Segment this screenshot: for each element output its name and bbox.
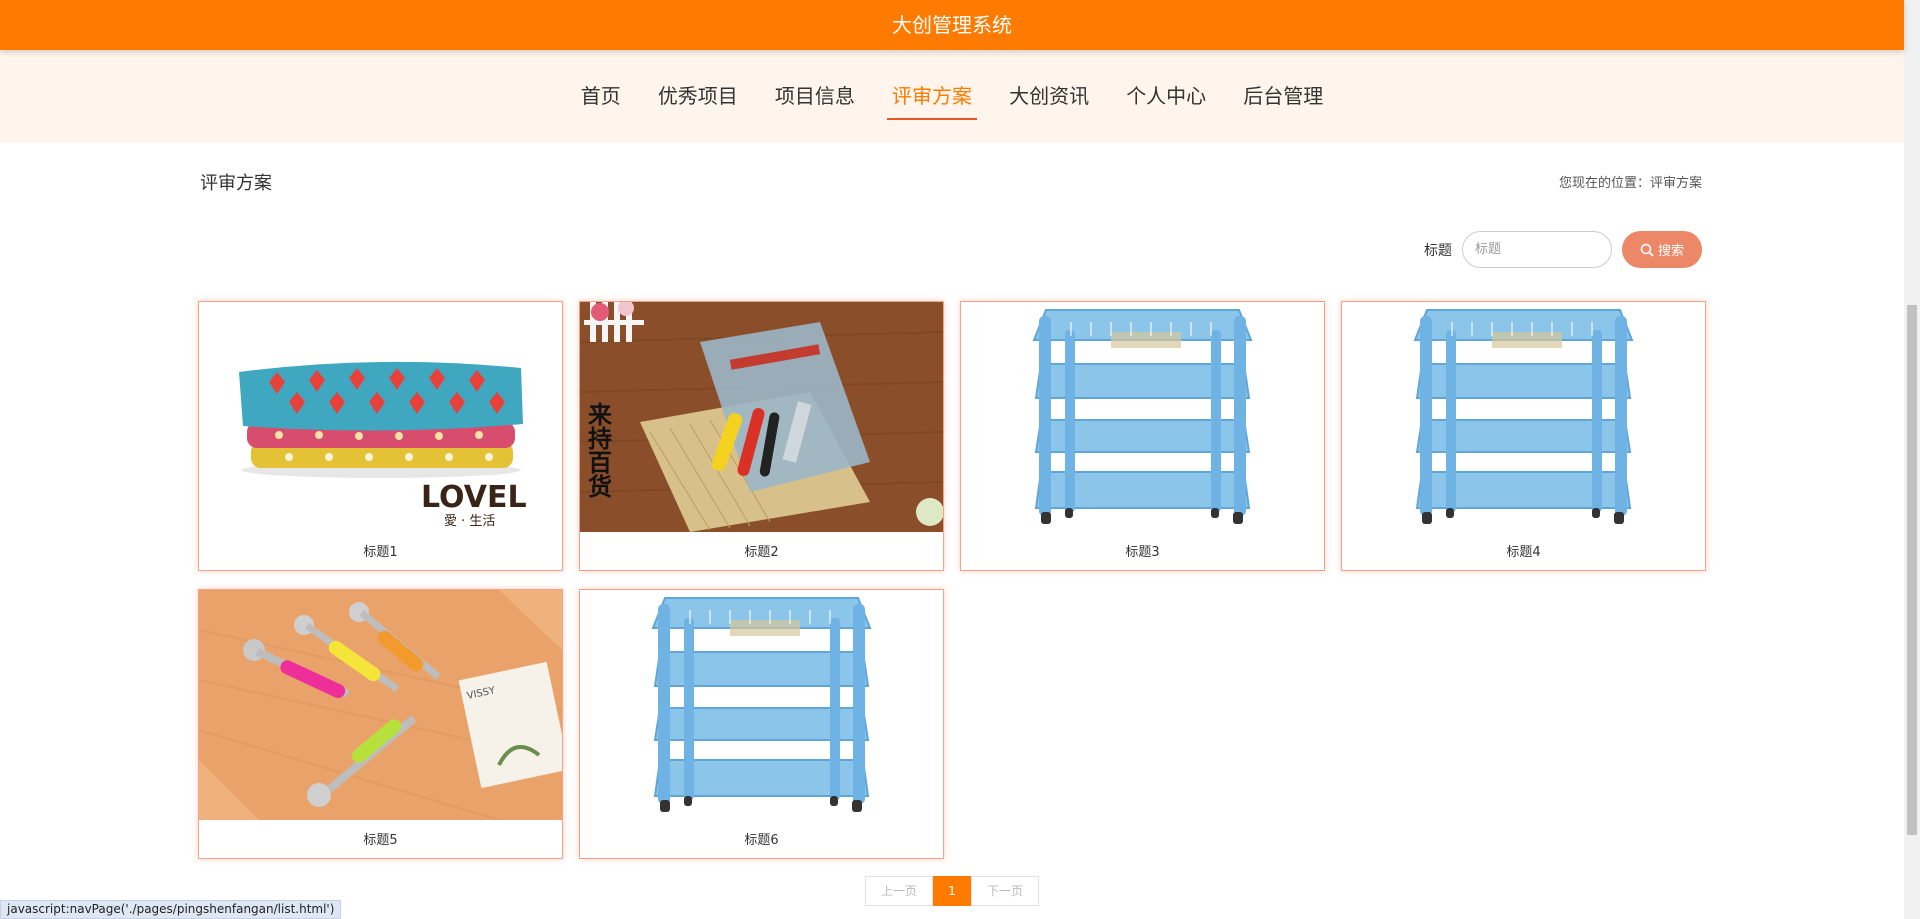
card-image-rack bbox=[1342, 302, 1705, 532]
app-header: 大创管理系统 bbox=[0, 0, 1904, 50]
card-title: 标题1 bbox=[363, 545, 398, 560]
nav-item-personal-center[interactable]: 个人中心 bbox=[1121, 50, 1211, 118]
list-item[interactable]: VISSY 标题5 bbox=[198, 589, 563, 859]
brand-logo-text: LOVEL bbox=[421, 480, 527, 515]
card-title: 标题6 bbox=[744, 833, 779, 848]
card-image-towels: LOVEL 愛 · 生活 bbox=[199, 302, 562, 532]
card-image-tools: 来持百货 bbox=[580, 302, 943, 532]
search-button[interactable]: 搜索 bbox=[1622, 231, 1702, 268]
list-item[interactable]: LOVEL 愛 · 生活 标题1 bbox=[198, 301, 563, 571]
page-title: 评审方案 bbox=[200, 173, 272, 194]
page-number-button[interactable]: 1 bbox=[933, 876, 971, 906]
store-side-text: 来持百货 bbox=[584, 401, 613, 499]
nav-item-news[interactable]: 大创资讯 bbox=[1004, 50, 1094, 118]
nav-item-project-info[interactable]: 项目信息 bbox=[770, 50, 860, 118]
search-button-label: 搜索 bbox=[1657, 244, 1684, 259]
next-page-button[interactable]: 下一页 bbox=[971, 876, 1039, 906]
card-title: 标题4 bbox=[1506, 545, 1541, 560]
search-input[interactable] bbox=[1462, 231, 1612, 268]
card-image-melon-tools: VISSY bbox=[199, 590, 562, 820]
list-item[interactable]: 标题3 bbox=[960, 301, 1325, 571]
list-item[interactable]: 来持百货 标题2 bbox=[579, 301, 944, 571]
app-title: 大创管理系统 bbox=[892, 13, 1012, 37]
card-title: 标题2 bbox=[744, 545, 779, 560]
nav-item-home[interactable]: 首页 bbox=[576, 50, 626, 118]
scrollbar-thumb[interactable] bbox=[1907, 305, 1917, 835]
search-icon bbox=[1640, 243, 1654, 257]
card-image-rack bbox=[580, 590, 943, 820]
list-item[interactable]: 标题6 bbox=[579, 589, 944, 859]
brand-logo-subtext: 愛 · 生活 bbox=[444, 514, 495, 529]
search-bar: 标题 搜索 bbox=[1424, 231, 1702, 268]
card-image-rack bbox=[961, 302, 1324, 532]
vertical-scrollbar[interactable] bbox=[1904, 0, 1920, 919]
card-title: 标题3 bbox=[1125, 545, 1160, 560]
main-nav: 首页 优秀项目 项目信息 评审方案 大创资讯 个人中心 后台管理 bbox=[0, 50, 1904, 143]
search-label: 标题 bbox=[1424, 242, 1452, 259]
card-title: 标题5 bbox=[363, 833, 398, 848]
main-content: 评审方案 您现在的位置：评审方案 标题 搜索 bbox=[0, 143, 1904, 919]
list-item[interactable]: 标题4 bbox=[1341, 301, 1706, 571]
nav-item-review-plan[interactable]: 评审方案 bbox=[887, 50, 977, 120]
breadcrumb: 您现在的位置：评审方案 bbox=[1558, 176, 1702, 191]
status-bar: javascript:navPage('./pages/pingshenfang… bbox=[0, 900, 342, 919]
prev-page-button[interactable]: 上一页 bbox=[865, 876, 933, 906]
nav-item-excellent-projects[interactable]: 优秀项目 bbox=[653, 50, 743, 118]
nav-item-admin[interactable]: 后台管理 bbox=[1238, 50, 1328, 118]
pagination: 上一页 1 下一页 bbox=[865, 876, 1039, 906]
